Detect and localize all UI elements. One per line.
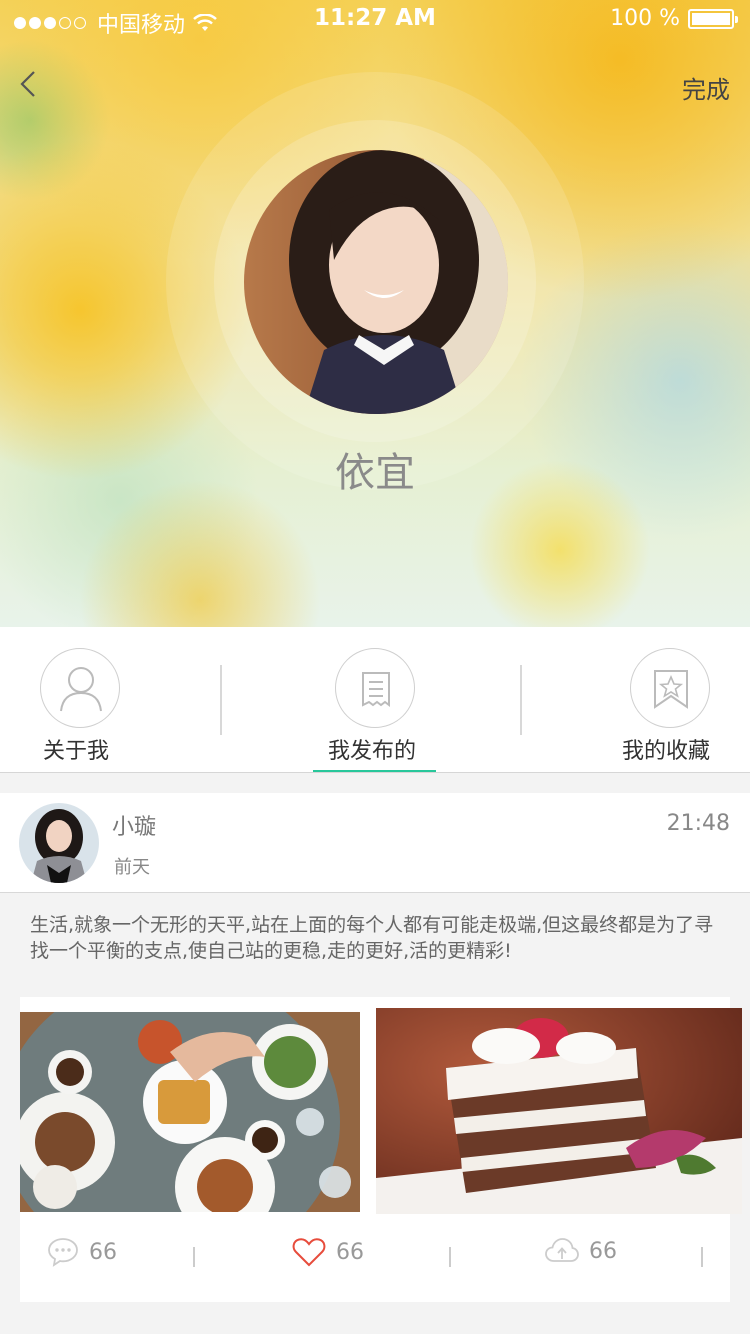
post-card: 66 66 66	[20, 997, 742, 1302]
action-divider	[449, 1247, 451, 1267]
document-icon	[335, 648, 415, 728]
profile-avatar[interactable]	[244, 150, 508, 414]
done-button[interactable]: 完成	[682, 70, 730, 105]
share-count: 66	[589, 1238, 617, 1264]
profile-name: 依宜	[335, 450, 415, 496]
action-divider	[193, 1247, 195, 1267]
profile-tabs: 关于我 我发布的 我的收藏	[0, 627, 750, 773]
tab-my-posts[interactable]: 我发布的	[290, 627, 470, 773]
bookmark-star-icon	[630, 648, 710, 728]
back-arrow-icon[interactable]	[14, 66, 44, 102]
tab-divider	[520, 665, 522, 735]
post-photo-cake[interactable]	[376, 1008, 742, 1214]
like-button[interactable]: 66	[292, 1237, 364, 1267]
post-author-name: 小璇	[112, 815, 157, 840]
tab-label: 关于我	[43, 739, 110, 764]
post-day: 前天	[114, 857, 150, 878]
battery-percent: 100 %	[610, 6, 680, 31]
status-bar: 中国移动 11:27 AM 100 %	[0, 0, 750, 40]
share-button[interactable]: 66	[545, 1237, 617, 1265]
comment-count: 66	[89, 1239, 117, 1265]
user-icon	[40, 648, 120, 728]
battery-icon	[688, 8, 738, 29]
active-tab-indicator	[313, 770, 436, 772]
tab-label: 我发布的	[328, 739, 417, 764]
heart-icon	[292, 1238, 326, 1267]
comment-button[interactable]: 66	[47, 1237, 117, 1267]
battery-status: 100 %	[610, 6, 738, 31]
profile-header: 中国移动 11:27 AM 100 % 完成 依宜	[0, 0, 750, 627]
post-text: 生活,就象一个无形的天平,站在上面的每个人都有可能走极端,但这最终都是为了寻找一…	[30, 914, 714, 962]
tab-label: 我的收藏	[622, 739, 711, 764]
tab-favorites[interactable]: 我的收藏	[570, 627, 750, 773]
tab-about-me[interactable]: 关于我	[0, 627, 180, 773]
tab-divider	[220, 665, 222, 735]
cloud-upload-icon	[545, 1238, 579, 1262]
comment-icon	[48, 1238, 78, 1267]
post-time: 21:48	[666, 811, 730, 836]
avatar-portrait-image	[244, 150, 508, 414]
post-author-avatar[interactable]	[19, 803, 99, 883]
post-photo-breakfast[interactable]	[20, 1012, 360, 1212]
post-header: 小璇 前天 21:48	[0, 793, 750, 893]
like-count: 66	[336, 1239, 364, 1265]
action-divider	[701, 1247, 703, 1267]
